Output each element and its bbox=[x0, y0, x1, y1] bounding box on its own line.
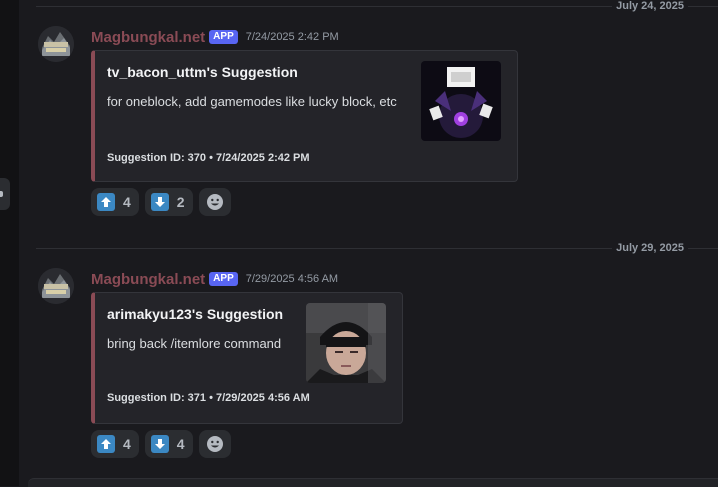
avatar[interactable] bbox=[38, 268, 74, 304]
add-reaction-button[interactable] bbox=[198, 430, 231, 458]
reactions-bar: 4 4 bbox=[91, 430, 231, 458]
embed-title: tv_bacon_uttm's Suggestion bbox=[107, 64, 298, 80]
date-divider: July 24, 2025 bbox=[36, 0, 718, 13]
reaction-count: 4 bbox=[123, 436, 131, 452]
divider-date: July 29, 2025 bbox=[612, 241, 688, 255]
username[interactable]: Magbungkal.net bbox=[91, 271, 205, 288]
embed-thumbnail[interactable] bbox=[421, 61, 501, 141]
embed-title: arimakyu123's Suggestion bbox=[107, 306, 284, 322]
reaction-downvote[interactable]: 2 bbox=[144, 188, 193, 216]
embed-description: bring back /itemlore command bbox=[107, 336, 282, 351]
reaction-downvote[interactable]: 4 bbox=[144, 430, 193, 458]
reactions-bar: 4 2 bbox=[91, 188, 231, 216]
reaction-upvote[interactable]: 4 bbox=[91, 430, 139, 458]
embed-footer: Suggestion ID: 370 • 7/24/2025 2:42 PM bbox=[107, 152, 310, 164]
down-arrow-icon bbox=[150, 435, 169, 453]
message-header: Magbungkal.net APP 7/24/2025 2:42 PM bbox=[91, 28, 339, 46]
down-arrow-icon bbox=[150, 193, 169, 211]
left-rail bbox=[0, 0, 19, 486]
username[interactable]: Magbungkal.net bbox=[91, 29, 205, 46]
embed-footer: Suggestion ID: 371 • 7/29/2025 4:56 AM bbox=[107, 392, 310, 404]
up-arrow-icon bbox=[97, 435, 115, 453]
reaction-upvote[interactable]: 4 bbox=[91, 188, 139, 216]
smiley-icon bbox=[206, 436, 223, 452]
suggestion-embed: arimakyu123's Suggestion bring back /ite… bbox=[91, 292, 403, 424]
suggestion-embed: tv_bacon_uttm's Suggestion for oneblock,… bbox=[91, 50, 518, 182]
timestamp[interactable]: 7/24/2025 2:42 PM bbox=[246, 31, 339, 43]
smiley-icon bbox=[206, 194, 223, 210]
reaction-count: 4 bbox=[176, 436, 185, 452]
reaction-count: 4 bbox=[123, 194, 131, 210]
embed-description: for oneblock, add gamemodes like lucky b… bbox=[107, 94, 397, 109]
divider-date: July 24, 2025 bbox=[612, 0, 688, 13]
embed-thumbnail[interactable] bbox=[306, 303, 386, 383]
timestamp[interactable]: 7/29/2025 4:56 AM bbox=[246, 273, 338, 285]
avatar[interactable] bbox=[38, 26, 74, 62]
app-badge: APP bbox=[209, 30, 238, 44]
app-badge: APP bbox=[209, 272, 238, 286]
add-reaction-button[interactable] bbox=[198, 188, 231, 216]
message-header: Magbungkal.net APP 7/29/2025 4:56 AM bbox=[91, 270, 338, 288]
up-arrow-icon bbox=[97, 193, 115, 211]
date-divider: July 29, 2025 bbox=[36, 241, 718, 255]
reaction-count: 2 bbox=[176, 194, 185, 210]
sidebar-toggle-indicator bbox=[0, 191, 3, 197]
